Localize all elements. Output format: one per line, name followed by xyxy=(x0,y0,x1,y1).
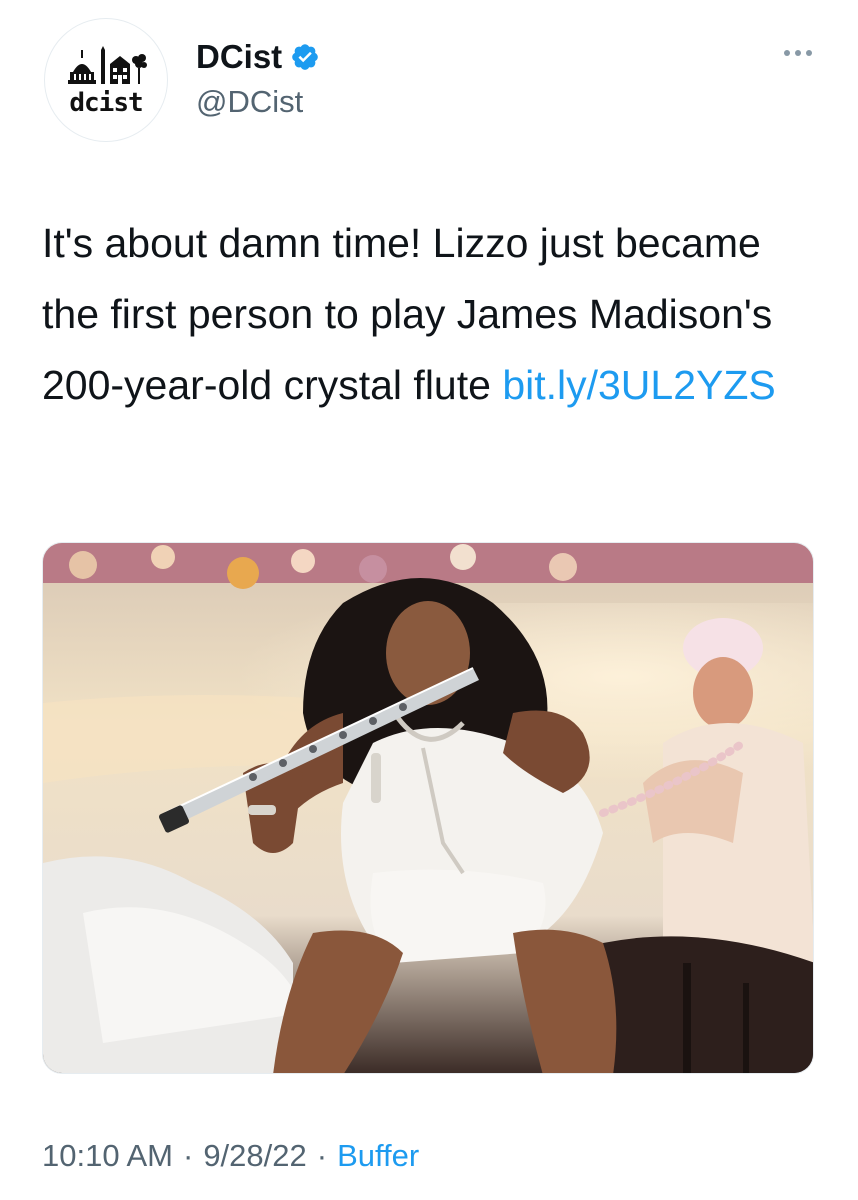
tweet-link[interactable]: bit.ly/3UL2YZS xyxy=(502,362,775,408)
dc-skyline-logo-icon xyxy=(68,46,147,84)
tweet-date[interactable]: 9/28/22 xyxy=(203,1138,306,1174)
avatar[interactable]: dcist xyxy=(44,18,168,142)
meta-separator: · xyxy=(316,1138,328,1173)
tweet-media-photo[interactable] xyxy=(42,542,814,1074)
account-handle[interactable]: @DCist xyxy=(196,84,303,120)
tweet-time[interactable]: 10:10 AM xyxy=(42,1138,173,1174)
tweet-source[interactable]: Buffer xyxy=(337,1138,419,1174)
avatar-wordmark: dcist xyxy=(69,88,143,118)
display-name[interactable]: DCist xyxy=(196,38,282,76)
account-name-row: DCist xyxy=(196,38,320,76)
meta-separator: · xyxy=(182,1138,194,1173)
tweet-text: It's about damn time! Lizzo just became … xyxy=(42,208,822,421)
more-options-icon[interactable] xyxy=(784,50,812,56)
verified-badge-icon xyxy=(292,44,318,70)
tweet-meta: 10:10 AM · 9/28/22 · Buffer xyxy=(42,1138,419,1174)
photo-icon xyxy=(43,543,813,1073)
